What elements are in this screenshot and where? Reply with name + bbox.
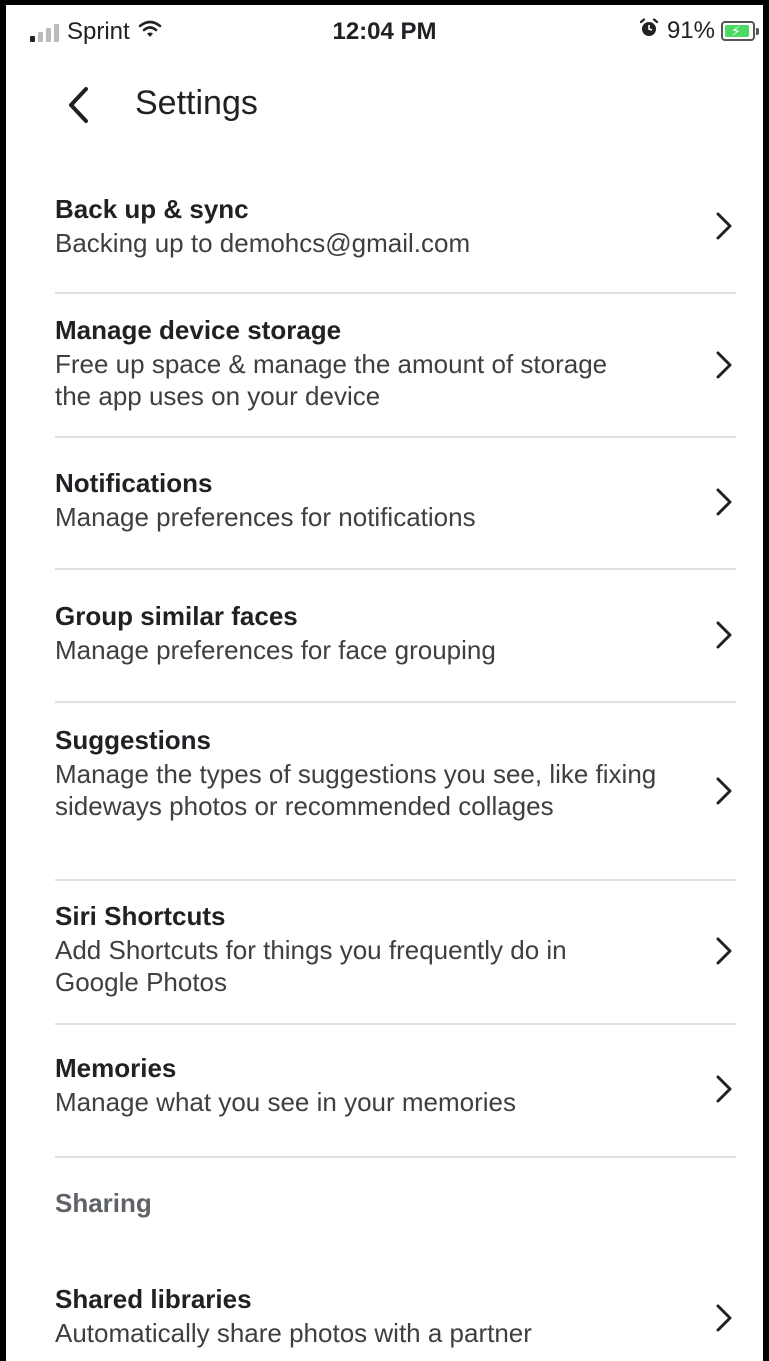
chevron-right-icon [712, 1072, 736, 1106]
battery-percent: 91% [666, 17, 715, 44]
chevron-right-icon [712, 618, 736, 652]
chevron-right-icon [712, 1301, 736, 1335]
app-header: Settings [0, 70, 769, 140]
item-subtitle: Manage the types of suggestions you see,… [55, 759, 657, 821]
settings-item-notifications[interactable]: Notifications Manage preferences for not… [55, 467, 736, 533]
page-title: Settings [135, 84, 258, 122]
item-title: Manage device storage [55, 315, 342, 345]
settings-item-memories[interactable]: Memories Manage what you see in your mem… [55, 1052, 736, 1118]
bolt-icon: ⚡ [731, 23, 741, 39]
chevron-right-icon [712, 348, 736, 382]
item-subtitle: Add Shortcuts for things you frequently … [55, 935, 567, 997]
item-subtitle: Manage what you see in your memories [55, 1087, 517, 1117]
item-subtitle: Automatically share photos with a partne… [55, 1318, 532, 1348]
item-title: Shared libraries [55, 1284, 252, 1314]
chevron-right-icon [712, 209, 736, 243]
settings-item-backup-sync[interactable]: Back up & sync Backing up to demohcs@gma… [55, 193, 736, 259]
settings-item-group-faces[interactable]: Group similar faces Manage preferences f… [55, 600, 736, 666]
settings-item-shared-libraries[interactable]: Shared libraries Automatically share pho… [55, 1283, 736, 1349]
divider [55, 436, 736, 438]
alarm-icon [639, 17, 659, 45]
item-title: Notifications [55, 468, 213, 498]
settings-item-manage-storage[interactable]: Manage device storage Free up space & ma… [55, 314, 736, 412]
divider [55, 879, 736, 881]
status-bar: Sprint 12:04 PM 91% ⚡ [0, 0, 769, 58]
item-title: Back up & sync [55, 194, 249, 224]
item-title: Memories [55, 1053, 177, 1083]
item-title: Suggestions [55, 725, 212, 755]
item-title: Group similar faces [55, 601, 298, 631]
settings-item-siri-shortcuts[interactable]: Siri Shortcuts Add Shortcuts for things … [55, 900, 736, 998]
item-subtitle: Backing up to demohcs@gmail.com [55, 228, 471, 258]
item-subtitle: Manage preferences for face grouping [55, 635, 496, 665]
chevron-right-icon [712, 485, 736, 519]
battery-charging-icon: ⚡ [721, 21, 759, 41]
divider [55, 1023, 736, 1025]
divider [55, 292, 736, 294]
item-subtitle: Manage preferences for notifications [55, 502, 476, 532]
divider [55, 701, 736, 703]
settings-item-suggestions[interactable]: Suggestions Manage the types of suggesti… [55, 724, 736, 822]
chevron-right-icon [712, 934, 736, 968]
section-label-sharing: Sharing [55, 1188, 152, 1218]
status-right: 91% ⚡ [639, 17, 759, 45]
chevron-right-icon [712, 774, 736, 808]
item-title: Siri Shortcuts [55, 901, 226, 931]
chevron-left-icon [69, 87, 88, 123]
divider [55, 1156, 736, 1158]
divider [55, 568, 736, 570]
battery-nub [756, 28, 759, 35]
back-button[interactable] [58, 82, 98, 128]
item-subtitle: Free up space & manage the amount of sto… [55, 349, 608, 411]
